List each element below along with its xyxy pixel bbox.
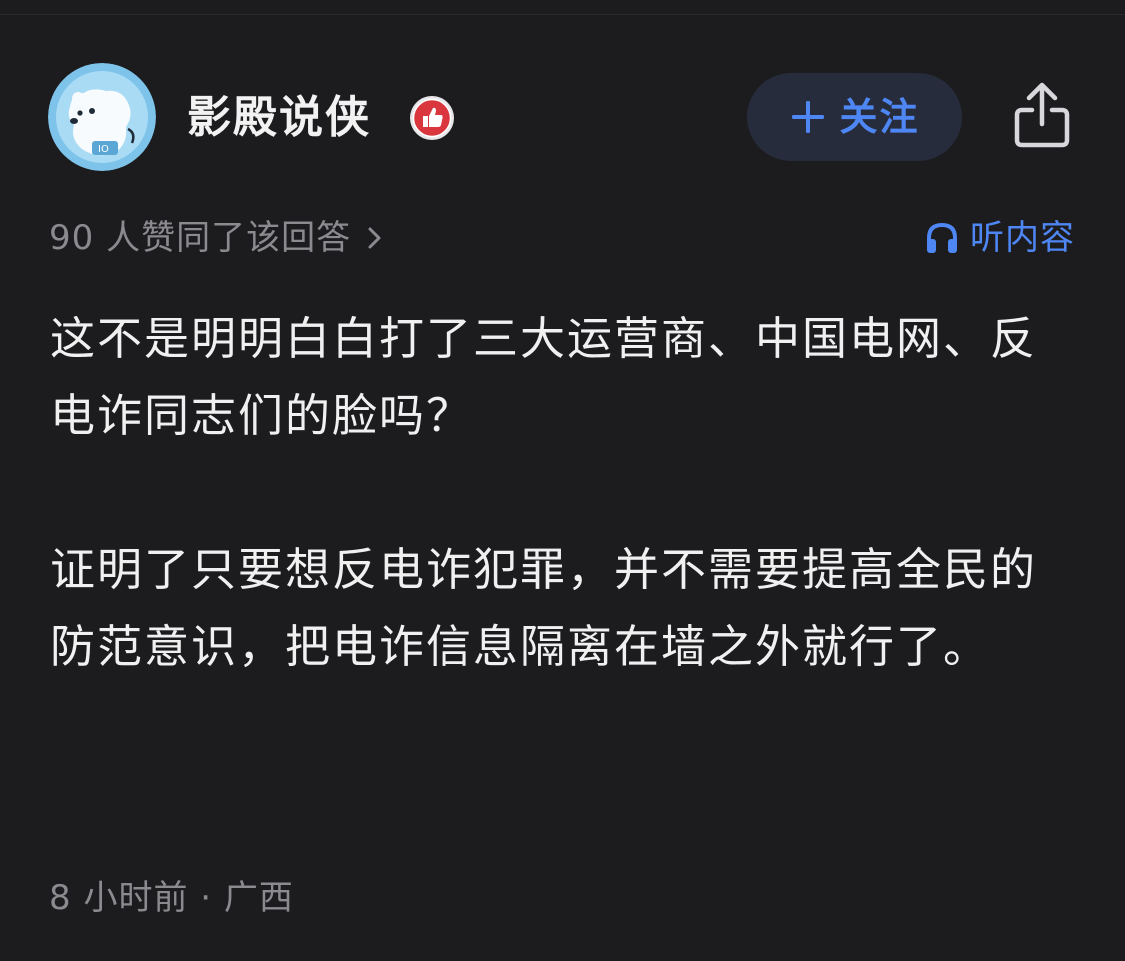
meta-separator: · (200, 878, 213, 918)
chevron-right-icon (368, 227, 381, 249)
listen-button[interactable]: 听内容 (924, 214, 1075, 262)
post-location: 广西 (223, 878, 294, 918)
post-meta: 8 小时前 · 广西 (49, 874, 294, 922)
author-avatar[interactable]: IO (48, 63, 156, 171)
answer-paragraph: 这不是明明白白打了三大运营商、中国电网、反电诈同志们的脸吗？ (50, 312, 1038, 442)
upvote-summary[interactable]: 90 人赞同了该回答 (49, 214, 385, 262)
answer-paragraph: 证明了只要想反电诈犯罪，并不需要提高全民的防范意识，把电诈信息隔离在墙之外就行了… (50, 543, 1038, 673)
share-icon (1014, 82, 1070, 148)
answer-page: IO 影殿说侠 关注 90 人赞同了该回答 听内容 这不是明明白白打了三大运营商… (0, 0, 1125, 961)
answer-content: 这不是明明白白打了三大运营商、中国电网、反电诈同志们的脸吗？ 证明了只要想反电诈… (50, 300, 1080, 685)
headphones-icon (927, 222, 957, 253)
plus-icon (792, 101, 825, 133)
svg-text:IO: IO (98, 144, 109, 155)
author-name[interactable]: 影殿说侠 (187, 90, 371, 146)
polar-bear-avatar: IO (48, 63, 156, 171)
upvote-summary-text: 90 人赞同了该回答 (49, 218, 352, 258)
follow-label: 关注 (839, 95, 920, 139)
thumbs-up-badge-icon (408, 94, 456, 142)
listen-label: 听内容 (970, 218, 1075, 258)
post-time: 8 小时前 (49, 878, 189, 918)
follow-button[interactable]: 关注 (747, 73, 962, 161)
top-divider (0, 14, 1125, 15)
share-button[interactable] (1010, 80, 1074, 152)
